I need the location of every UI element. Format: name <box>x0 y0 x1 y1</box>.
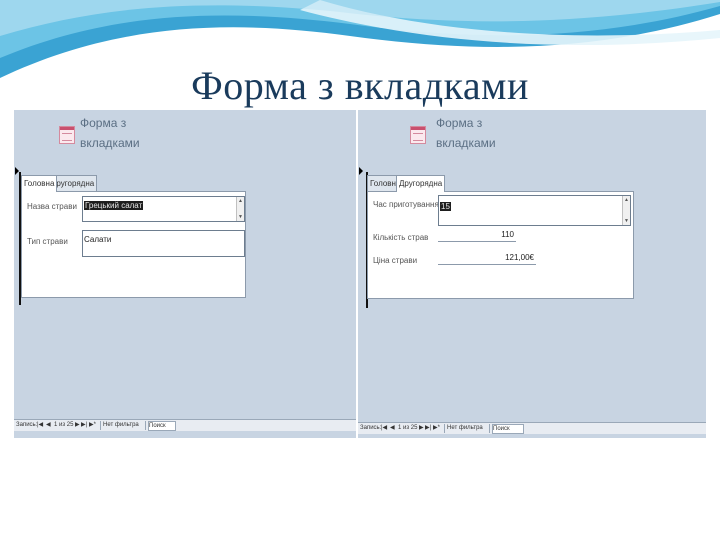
cooking-time-field[interactable]: 15 ▲ ▼ <box>438 195 631 226</box>
new-record-icon[interactable]: ▶* <box>433 423 440 434</box>
record-counter[interactable]: 1 из 25 <box>54 420 73 431</box>
field-label-dish-type: Тип страви <box>27 237 68 246</box>
next-record-icon[interactable]: ▶ <box>75 420 80 431</box>
last-record-icon[interactable]: ▶| <box>81 420 87 431</box>
next-record-icon[interactable]: ▶ <box>419 423 424 434</box>
search-input[interactable]: Поиск <box>492 424 524 434</box>
field-label-portions: Кількість страв <box>373 233 429 242</box>
tab-main[interactable]: Головна <box>21 175 58 192</box>
scroll-down-icon[interactable]: ▼ <box>623 218 630 224</box>
dish-type-value: Салати <box>84 235 112 244</box>
scroll-down-icon[interactable]: ▼ <box>237 214 244 220</box>
search-input[interactable]: Поиск <box>148 421 176 431</box>
scroll-up-icon[interactable]: ▲ <box>237 198 244 204</box>
dish-type-field[interactable]: Салати <box>82 230 245 257</box>
record-counter[interactable]: 1 из 25 <box>398 423 417 434</box>
price-field[interactable]: 121,00€ <box>438 253 536 265</box>
nav-separator <box>444 424 445 433</box>
tab-panel: Час приготування 15 ▲ ▼ Кількість страв … <box>367 191 634 299</box>
field-label-price: Ціна страви <box>373 256 418 265</box>
tab-secondary[interactable]: Другорядна <box>396 175 446 192</box>
prev-record-icon[interactable]: ◀ <box>46 420 51 431</box>
record-nav-label: Запись: <box>16 422 38 428</box>
record-navigation-bar: Запись: |◀ ◀ 1 из 25 ▶ ▶| ▶* Нет фильтра… <box>358 422 706 434</box>
new-record-icon[interactable]: ▶* <box>89 420 96 431</box>
record-navigation-bar: Запись: |◀ ◀ 1 из 25 ▶ ▶| ▶* Нет фильтра… <box>14 419 356 431</box>
cooking-time-value: 15 <box>440 202 451 211</box>
form-title: Форма з вкладками <box>80 116 140 150</box>
form-screenshot-main-tab: Форма з вкладками Головна Другорядна Наз… <box>14 110 356 438</box>
form-icon <box>59 126 75 144</box>
form-title: Форма з вкладками <box>436 116 496 150</box>
first-record-icon[interactable]: |◀ <box>37 420 43 431</box>
dish-name-value: Грецький салат <box>84 201 144 210</box>
field-label-cooking-time: Час приготування <box>373 200 439 209</box>
field-scrollbar[interactable]: ▲ ▼ <box>622 196 630 225</box>
filter-status[interactable]: Нет фильтра <box>447 423 483 434</box>
record-nav-label: Запись: <box>360 425 382 431</box>
nav-separator <box>489 424 490 433</box>
dish-name-field[interactable]: Грецький салат ▲ ▼ <box>82 196 245 222</box>
field-scrollbar[interactable]: ▲ ▼ <box>236 197 244 221</box>
slide-title: Форма з вкладками <box>191 63 529 108</box>
tab-panel: Назва страви Грецький салат ▲ ▼ Тип стра… <box>21 191 246 298</box>
last-record-icon[interactable]: ▶| <box>425 423 431 434</box>
prev-record-icon[interactable]: ◀ <box>390 423 395 434</box>
form-icon <box>410 126 426 144</box>
scroll-up-icon[interactable]: ▲ <box>623 197 630 203</box>
form-screenshot-secondary-tab: Форма з вкладками Головна Другорядна Час… <box>358 110 706 438</box>
nav-separator <box>100 421 101 430</box>
portions-field[interactable]: 110 <box>438 230 516 242</box>
first-record-icon[interactable]: |◀ <box>381 423 387 434</box>
nav-separator <box>145 421 146 430</box>
record-selector-arrow-icon[interactable] <box>359 167 363 175</box>
field-label-dish-name: Назва страви <box>27 202 77 211</box>
filter-status[interactable]: Нет фильтра <box>103 420 139 431</box>
